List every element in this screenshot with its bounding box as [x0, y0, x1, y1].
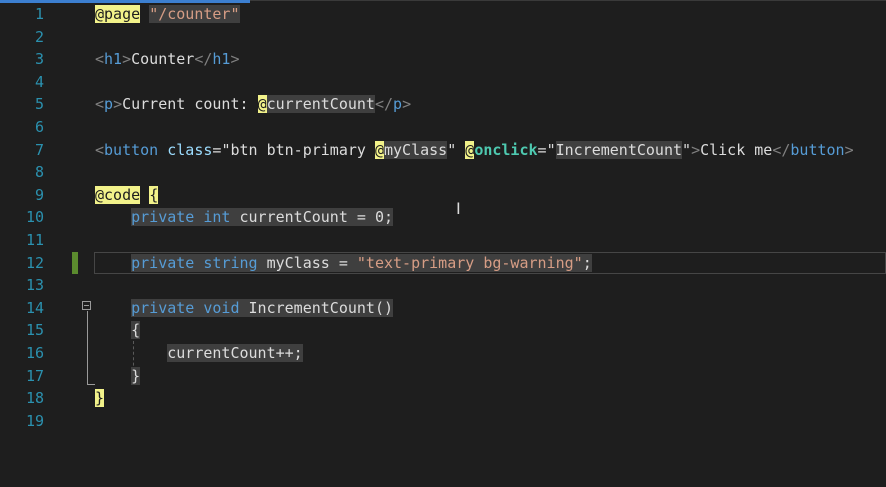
tag-name: button [104, 140, 159, 159]
razor-directive: @page [95, 5, 141, 23]
razor-expression: myClass [384, 140, 448, 159]
code-line-7[interactable]: <button class="btn btn-primary @myClass"… [95, 139, 886, 162]
fold-region-end [87, 384, 95, 385]
text-content: Click me [700, 140, 773, 159]
line-number: 9 [34, 185, 44, 204]
line-number: 6 [34, 118, 44, 136]
keyword: string [203, 253, 258, 272]
razor-expression: IncrementCount [555, 140, 683, 159]
tag-bracket: > [402, 95, 412, 114]
keyword: private [131, 253, 195, 272]
string-literal: "text-primary bg-warning" [356, 253, 583, 272]
tag-bracket: > [691, 140, 701, 159]
brace: { [149, 185, 159, 204]
fold-region-line [87, 311, 88, 384]
keyword: void [203, 298, 240, 317]
line-number: 1 [34, 5, 44, 23]
tag-bracket: < [95, 140, 105, 159]
tag-bracket: < [95, 95, 105, 114]
line-number: 10 [25, 208, 44, 227]
razor-transition: @ [257, 95, 267, 114]
tag-name: button [790, 140, 845, 159]
line-number: 7 [34, 140, 44, 159]
line-number: 16 [25, 344, 44, 362]
code-line-16[interactable]: currentCount++; [95, 342, 886, 365]
brace: } [95, 389, 105, 408]
code-line-1[interactable]: @page "/counter" [95, 3, 886, 26]
code-text: currentCount++; [167, 344, 303, 362]
razor-directive: @code [95, 185, 141, 204]
code-line-17[interactable]: } [95, 365, 886, 388]
line-number: 2 [34, 27, 44, 46]
text-cursor-icon: I [456, 199, 461, 218]
attribute-value: " [546, 140, 556, 159]
tag-name: p [393, 95, 403, 114]
text-content: Counter [131, 50, 195, 69]
code-text: myClass = [257, 253, 357, 272]
code-line-14[interactable]: private void IncrementCount() [95, 297, 886, 320]
tag-bracket: > [122, 50, 132, 69]
line-number: 19 [25, 411, 44, 430]
tag-bracket: > [113, 95, 123, 114]
tag-bracket: < [95, 50, 105, 69]
razor-expression: currentCount [266, 95, 375, 114]
top-border [250, 0, 886, 1]
string-literal: "/counter" [149, 5, 240, 23]
line-number: 15 [25, 321, 44, 340]
keyword: private [131, 208, 195, 227]
tag-bracket: </ [194, 50, 213, 69]
tag-bracket: </ [374, 95, 394, 114]
code-text: currentCount = 0; [230, 208, 394, 227]
tag-bracket: > [230, 50, 240, 69]
operator: = [537, 140, 547, 159]
attribute-value: " [682, 140, 692, 159]
code-line-9[interactable]: @code { [95, 184, 886, 207]
razor-transition: @ [374, 140, 384, 159]
line-number: 3 [34, 50, 44, 69]
code-line-10[interactable]: private int currentCount = 0; [95, 206, 886, 229]
directive-attribute: onclick [474, 140, 538, 159]
text-content: Current count: [122, 95, 258, 114]
attribute-value: "btn btn-primary [221, 140, 375, 159]
razor-transition: @ [465, 140, 475, 159]
code-line-18[interactable]: } [95, 387, 886, 410]
code-line-15[interactable]: { [95, 319, 886, 342]
keyword: int [203, 208, 231, 227]
tag-name: h1 [104, 50, 123, 69]
tag-bracket: > [844, 140, 854, 159]
tag-name: p [104, 95, 114, 114]
tag-bracket: </ [772, 140, 791, 159]
code-line-3[interactable]: <h1>Counter</h1> [95, 48, 886, 71]
line-number: 4 [34, 72, 44, 91]
code-text: IncrementCount() [239, 298, 394, 317]
line-number: 17 [25, 366, 44, 385]
tag-name: h1 [212, 50, 231, 69]
collapse-icon[interactable] [82, 301, 91, 310]
line-number: 18 [25, 389, 44, 408]
keyword: private [131, 298, 195, 317]
brace: } [131, 366, 141, 385]
attribute-name: class [158, 140, 213, 159]
line-number: 8 [34, 163, 44, 182]
code-line-12[interactable]: private string myClass = "text-primary b… [95, 252, 886, 275]
code-text: ; [582, 253, 592, 272]
code-line-5[interactable]: <p>Current count: @currentCount</p> [95, 93, 886, 116]
attribute-value: " [447, 140, 457, 159]
line-number: 12 [25, 253, 44, 272]
line-number: 11 [25, 231, 44, 249]
line-number: 5 [34, 95, 44, 114]
change-indicator-bar [72, 252, 78, 274]
line-number: 14 [25, 298, 44, 317]
line-number: 13 [25, 276, 44, 295]
brace: { [131, 321, 141, 340]
